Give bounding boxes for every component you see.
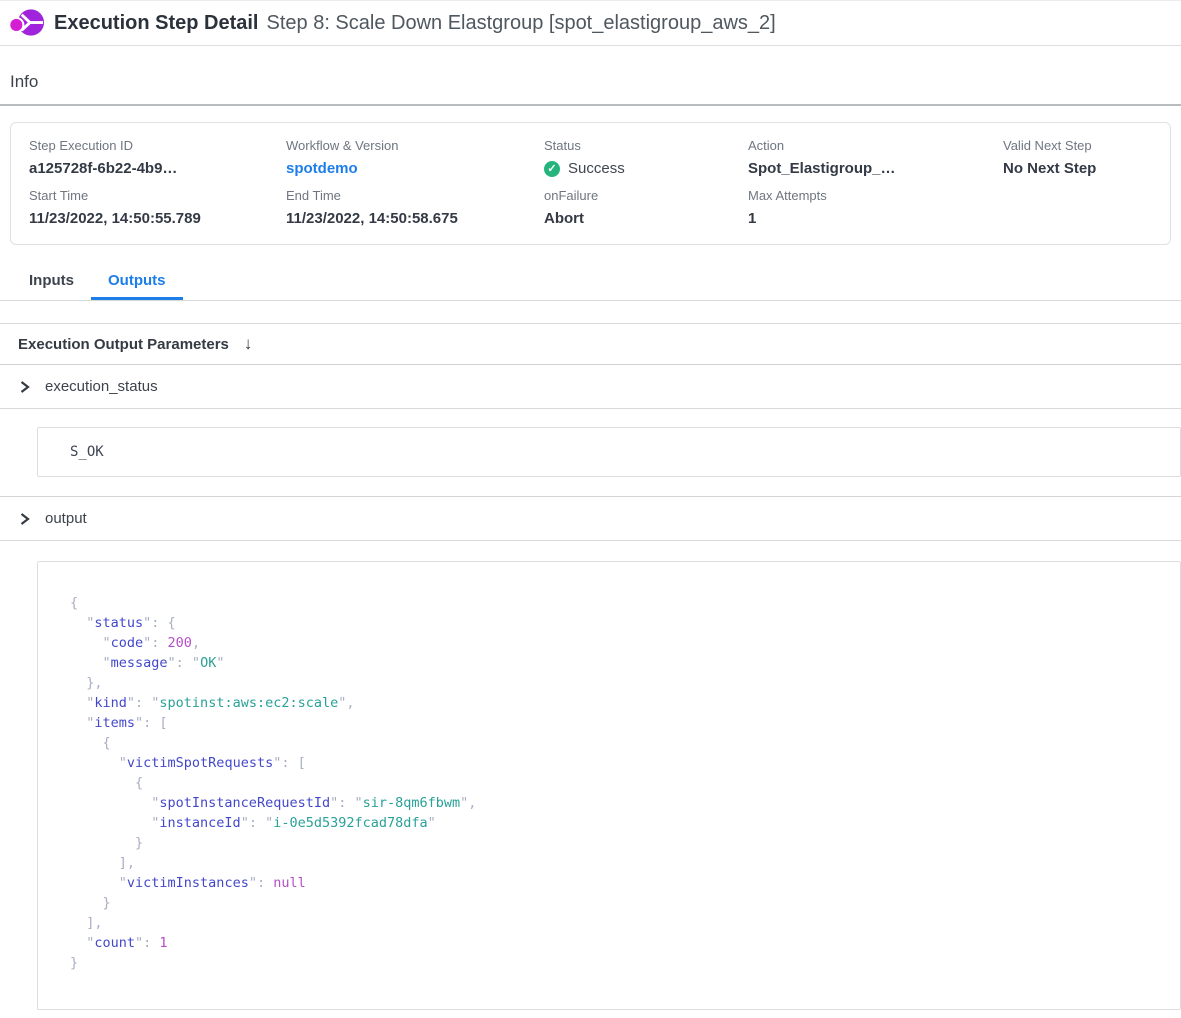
field-label: Action bbox=[748, 138, 1003, 153]
group-name: execution_status bbox=[45, 378, 158, 395]
code-line: } bbox=[70, 953, 1170, 973]
info-field-valid-next-step: Valid Next Step No Next Step bbox=[1003, 138, 1170, 177]
code-line: "kind": "spotinst:aws:ec2:scale", bbox=[70, 693, 1170, 713]
field-value: a125728f-6b22-4b9… bbox=[29, 160, 286, 177]
code-line: }, bbox=[70, 673, 1170, 693]
info-field-max-attempts: Max Attempts 1 bbox=[748, 188, 1003, 227]
output-parameters-title: Execution Output Parameters bbox=[18, 336, 229, 353]
tab-bar: InputsOutputs bbox=[0, 262, 1181, 301]
info-card: Step Execution ID a125728f-6b22-4b9…Workf… bbox=[10, 122, 1171, 245]
group-row-output[interactable]: output bbox=[0, 496, 1181, 541]
field-label: Valid Next Step bbox=[1003, 138, 1170, 153]
output-parameters-bar: Execution Output Parameters ↓ bbox=[0, 323, 1181, 365]
code-line: "items": [ bbox=[70, 713, 1170, 733]
tab-inputs[interactable]: Inputs bbox=[12, 262, 91, 300]
info-divider bbox=[0, 104, 1181, 106]
chevron-right-icon bbox=[19, 381, 30, 393]
code-line: { bbox=[70, 593, 1170, 613]
workflow-link[interactable]: spotdemo bbox=[286, 160, 544, 177]
code-line: "message": "OK" bbox=[70, 653, 1170, 673]
info-field-action: Action Spot_Elastigroup_… bbox=[748, 138, 1003, 177]
output-json-box: { "status": { "code": 200, "message": "O… bbox=[37, 561, 1181, 1010]
code-line: "status": { bbox=[70, 613, 1170, 633]
info-field-start-time: Start Time 11/23/2022, 14:50:55.789 bbox=[29, 188, 286, 227]
code-line: } bbox=[70, 833, 1170, 853]
page-title: Execution Step Detail bbox=[54, 12, 259, 35]
field-label: Start Time bbox=[29, 188, 286, 203]
info-section-heading: Info bbox=[10, 72, 1181, 92]
field-label: Max Attempts bbox=[748, 188, 1003, 203]
code-line: ], bbox=[70, 853, 1170, 873]
execution-status-value-box: S_OK bbox=[37, 427, 1181, 477]
info-field-step-execution-id: Step Execution ID a125728f-6b22-4b9… bbox=[29, 138, 286, 177]
field-label: End Time bbox=[286, 188, 544, 203]
page-header: Execution Step Detail Step 8: Scale Down… bbox=[0, 1, 1181, 46]
code-line: "spotInstanceRequestId": "sir-8qm6fbwm", bbox=[70, 793, 1170, 813]
status-badge: ✓ Success bbox=[544, 160, 748, 177]
execution-status-value: S_OK bbox=[70, 444, 104, 460]
page-subtitle: Step 8: Scale Down Elastgroup [spot_elas… bbox=[267, 12, 776, 35]
info-field-end-time: End Time 11/23/2022, 14:50:58.675 bbox=[286, 188, 544, 227]
info-field-onfailure: onFailure Abort bbox=[544, 188, 748, 227]
code-line: } bbox=[70, 893, 1170, 913]
code-line: "instanceId": "i-0e5d5392fcad78dfa" bbox=[70, 813, 1170, 833]
group-name: output bbox=[45, 510, 87, 527]
workflow-logo-icon bbox=[10, 6, 45, 40]
output-json-code: { "status": { "code": 200, "message": "O… bbox=[70, 593, 1170, 973]
field-value: Spot_Elastigroup_… bbox=[748, 160, 1003, 177]
status-text: Success bbox=[568, 160, 625, 177]
code-line: "victimSpotRequests": [ bbox=[70, 753, 1170, 773]
code-line: "victimInstances": null bbox=[70, 873, 1170, 893]
field-value: 1 bbox=[748, 210, 1003, 227]
tab-outputs[interactable]: Outputs bbox=[91, 262, 183, 300]
field-label: Step Execution ID bbox=[29, 138, 286, 153]
code-line: "count": 1 bbox=[70, 933, 1170, 953]
code-line: "code": 200, bbox=[70, 633, 1170, 653]
field-value: Abort bbox=[544, 210, 748, 227]
chevron-right-icon bbox=[19, 513, 30, 525]
group-row-execution-status[interactable]: execution_status bbox=[0, 365, 1181, 409]
arrow-down-icon[interactable]: ↓ bbox=[244, 334, 253, 354]
field-label: onFailure bbox=[544, 188, 748, 203]
success-check-icon: ✓ bbox=[544, 161, 560, 177]
field-value: 11/23/2022, 14:50:58.675 bbox=[286, 210, 544, 227]
field-label: Workflow & Version bbox=[286, 138, 544, 153]
info-field-status: Status ✓ Success bbox=[544, 138, 748, 177]
code-line: { bbox=[70, 733, 1170, 753]
field-value: No Next Step bbox=[1003, 160, 1170, 177]
code-line: ], bbox=[70, 913, 1170, 933]
field-label: Status bbox=[544, 138, 748, 153]
code-line: { bbox=[70, 773, 1170, 793]
field-value: 11/23/2022, 14:50:55.789 bbox=[29, 210, 286, 227]
info-field-workflow-version: Workflow & Version spotdemo bbox=[286, 138, 544, 177]
